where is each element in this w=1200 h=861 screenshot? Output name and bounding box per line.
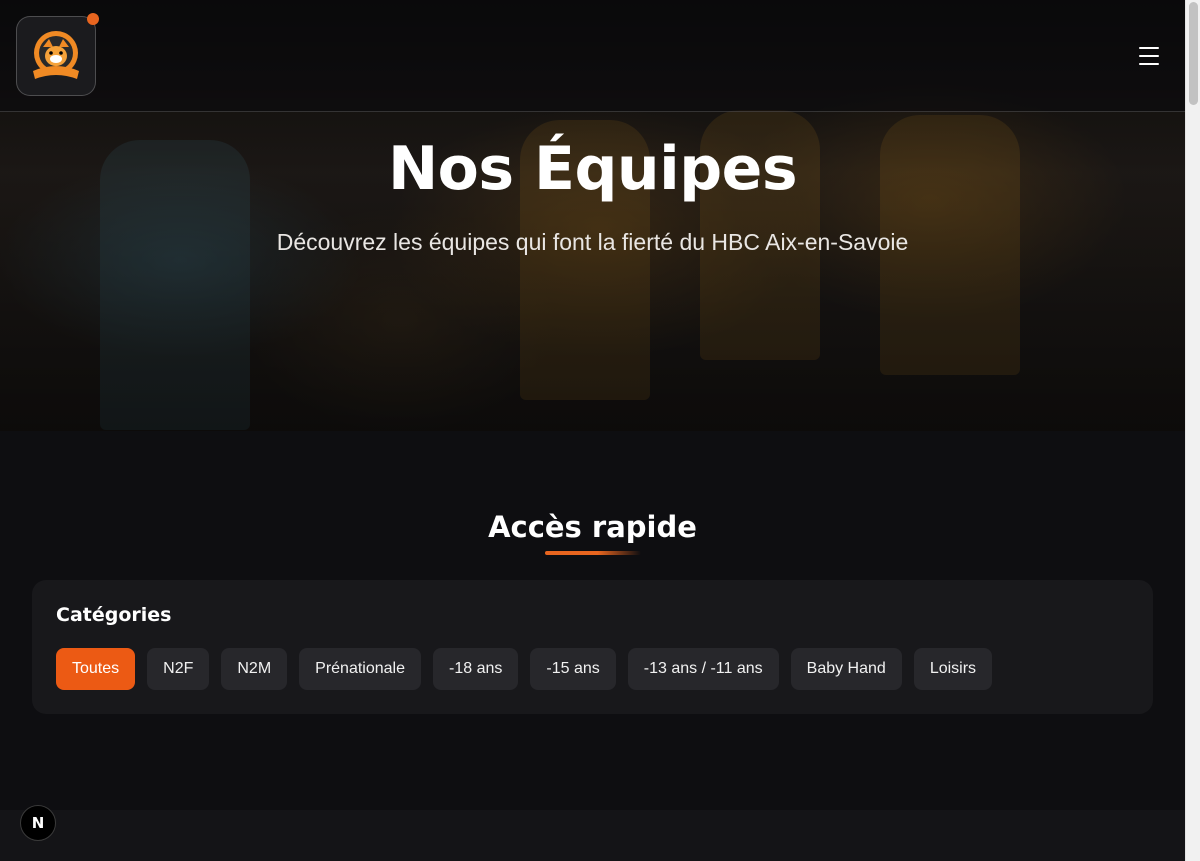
page-subtitle: Découvrez les équipes qui font la fierté… [276,229,909,255]
site-header [0,0,1185,112]
page-title: Nos Équipes [387,134,798,204]
club-logo[interactable] [16,16,96,96]
notification-dot [87,13,99,25]
category-chip-u18[interactable]: -18 ans [433,648,519,690]
category-chip-prenationale[interactable]: Prénationale [299,648,421,690]
category-chip-toutes[interactable]: Toutes [56,648,136,690]
categories-label: Catégories [56,604,172,626]
category-chip-baby-hand[interactable]: Baby Hand [790,648,902,690]
hamburger-menu-icon[interactable] [1137,44,1161,68]
category-chip-loisirs[interactable]: Loisirs [913,648,993,690]
quick-access-title: Accès rapide [488,510,697,544]
category-chip-u15[interactable]: -15 ans [530,648,616,690]
categories-panel: Catégories Toutes N2F N2M Prénationale -… [32,580,1153,714]
category-chip-n2m[interactable]: N2M [221,648,288,690]
page-scrollbar[interactable] [1185,0,1200,861]
scrollbar-thumb[interactable] [1189,2,1198,105]
category-chip-u13-u11[interactable]: -13 ans / -11 ans [627,648,779,690]
tiger-club-logo-icon [33,31,79,79]
next-section [0,810,1185,861]
title-underline [545,551,641,555]
dev-tools-badge[interactable]: N [20,805,56,841]
category-chips: Toutes N2F N2M Prénationale -18 ans -15 … [56,648,993,690]
category-chip-n2f[interactable]: N2F [147,648,210,690]
